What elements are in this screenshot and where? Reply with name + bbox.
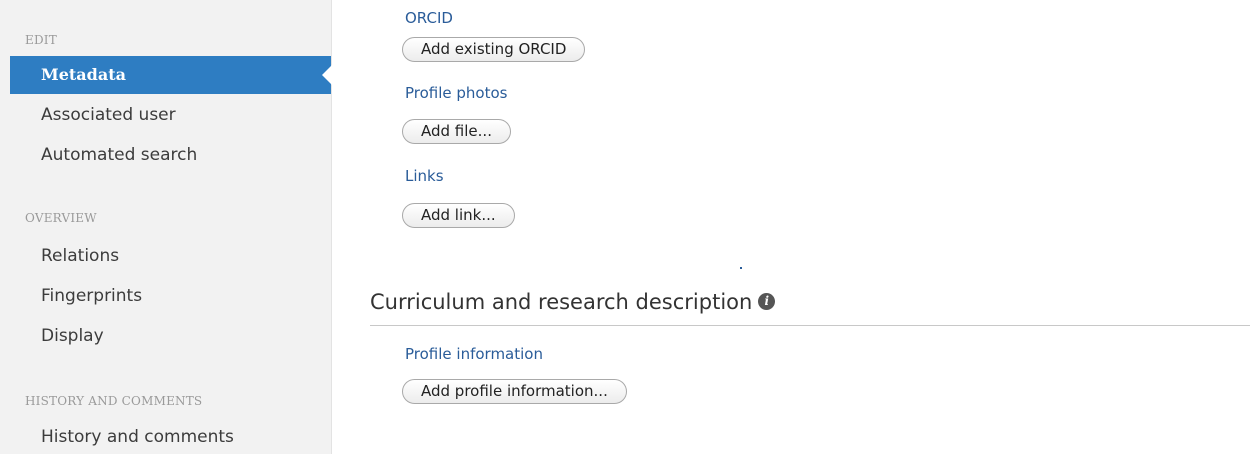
sidebar-section-overview: OVERVIEW: [25, 211, 97, 225]
add-existing-orcid-button[interactable]: Add existing ORCID: [402, 37, 586, 62]
decorative-dot: [740, 267, 742, 269]
page: EDIT Metadata Associated user Automated …: [0, 0, 1250, 454]
add-profile-information-button[interactable]: Add profile information...: [402, 379, 627, 404]
orcid-label: ORCID: [405, 9, 453, 27]
sidebar-item-history-and-comments[interactable]: History and comments: [10, 418, 331, 454]
add-link-button[interactable]: Add link...: [402, 203, 515, 228]
profile-information-label: Profile information: [405, 345, 543, 363]
sidebar-section-history: HISTORY AND COMMENTS: [25, 394, 203, 408]
section-divider: [370, 325, 1250, 326]
sidebar-item-metadata[interactable]: Metadata: [10, 56, 332, 94]
sidebar: EDIT Metadata Associated user Automated …: [0, 0, 332, 454]
sidebar-item-relations[interactable]: Relations: [10, 237, 331, 275]
sidebar-section-edit: EDIT: [25, 33, 57, 47]
curriculum-section-title: Curriculum and research description i: [370, 290, 776, 314]
links-label: Links: [405, 167, 444, 185]
sidebar-item-associated-user[interactable]: Associated user: [10, 96, 331, 134]
profile-photos-label: Profile photos: [405, 84, 508, 102]
sidebar-item-automated-search[interactable]: Automated search: [10, 136, 331, 174]
info-icon[interactable]: i: [758, 292, 776, 310]
sidebar-item-fingerprints[interactable]: Fingerprints: [10, 277, 331, 315]
curriculum-title-text: Curriculum and research description: [370, 290, 753, 314]
add-file-button[interactable]: Add file...: [402, 119, 511, 144]
sidebar-item-display[interactable]: Display: [10, 317, 331, 355]
